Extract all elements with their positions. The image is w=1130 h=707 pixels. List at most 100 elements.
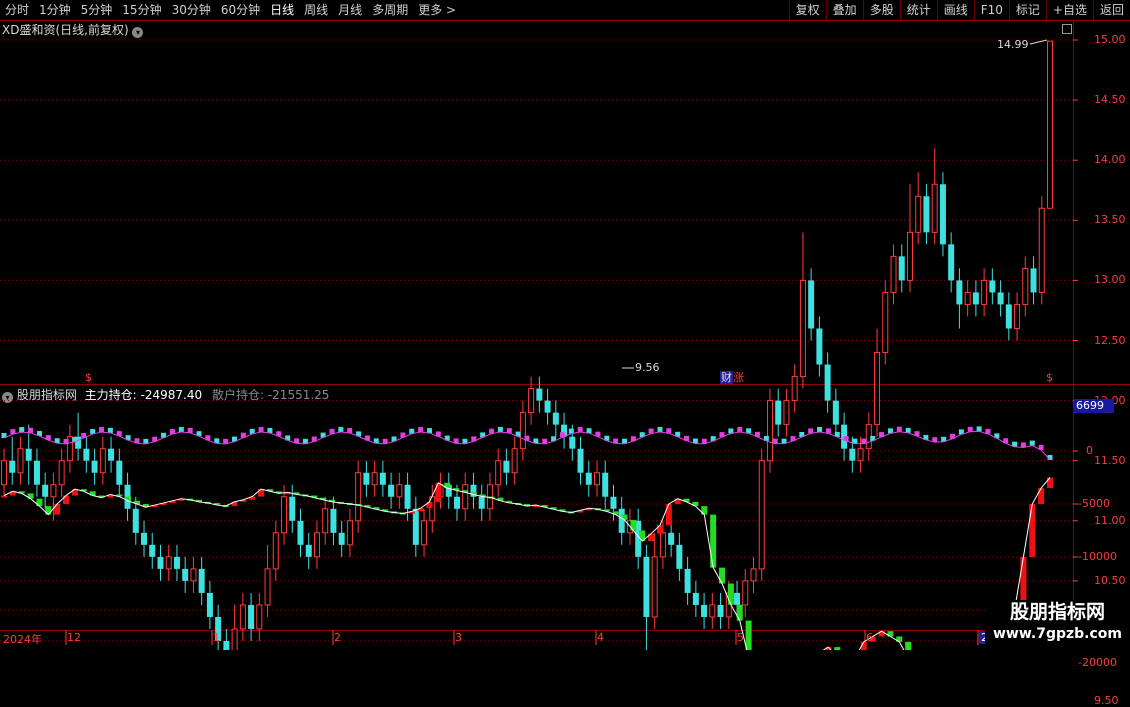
price-tick: 14.50 (1094, 93, 1126, 107)
candle-body-up (322, 508, 329, 534)
candle-body-up (742, 580, 749, 606)
retail-bar (99, 427, 105, 433)
candle-body-down (923, 196, 930, 233)
price-tick: 15.00 (1094, 33, 1126, 46)
candle-body-down (33, 460, 40, 485)
price-tick: 13.50 (1094, 213, 1126, 227)
candle-body-down (552, 412, 559, 425)
watermark: 股朋指标网 www.7gpzb.com (985, 600, 1130, 650)
event-marker[interactable]: $ (1046, 371, 1053, 385)
limit-up-marker-text: 涨 (733, 371, 744, 384)
retail-bar (338, 427, 344, 433)
retail-bar (258, 427, 264, 433)
high-pointer (1029, 39, 1048, 45)
x-axis-year: 2024年 (3, 633, 42, 646)
candle-body-down (388, 484, 395, 497)
indicator-bar-down (905, 641, 912, 650)
indicator-bar-up (1029, 504, 1036, 557)
indicator-tick: -5000 (1078, 497, 1110, 510)
candle-body-up (313, 532, 320, 558)
candle-body-down (305, 544, 312, 557)
candle-body-up (931, 183, 938, 233)
candle-body-down (717, 604, 724, 617)
indicator-bar-up (1038, 488, 1045, 504)
candle-body-down (643, 556, 650, 617)
candle-body-up (1047, 40, 1053, 209)
retail-bar (586, 428, 592, 434)
candle-body-up (594, 472, 601, 486)
candle-body-down (939, 184, 946, 245)
indicator-bar-down (719, 567, 726, 584)
candle-body-down (824, 364, 831, 401)
indicator-tick: 0 (1086, 444, 1093, 457)
candle-body-up (651, 556, 658, 618)
candle-body-down (379, 472, 386, 485)
candle-body-down (412, 508, 419, 545)
candle-body-up (874, 352, 881, 426)
candle-body-up (1, 460, 7, 486)
candle-body-down (404, 484, 411, 509)
event-marker[interactable]: $ (85, 371, 92, 385)
watermark-url: www.7gpzb.com (992, 626, 1122, 642)
price-tick: 12.50 (1094, 333, 1126, 347)
indicator-bar-down (701, 506, 708, 515)
x-month-label: 4 (597, 631, 604, 644)
candle-body-up (709, 604, 716, 618)
x-month-label: 3 (455, 631, 462, 644)
candle-body-up (915, 195, 922, 233)
candle-body-down (618, 508, 625, 533)
retail-bar (817, 427, 823, 433)
candle-body-up (281, 496, 288, 534)
x-month-label: 6 (866, 631, 873, 644)
candle-body-up (346, 520, 353, 546)
indicator-tick: -20000 (1078, 656, 1117, 669)
indicator-bar-down (745, 620, 752, 650)
candle-body-up (890, 255, 897, 293)
candle-body-up (766, 400, 773, 462)
finance-marker[interactable]: 财涨 (720, 371, 744, 385)
indicator-bar-up (435, 482, 442, 502)
price-tick: 11.00 (1094, 513, 1126, 527)
retail-bar (178, 427, 184, 433)
retail-bar (737, 427, 743, 433)
indicator-bar-down (710, 514, 717, 568)
high-price-label: 14.99 (997, 38, 1029, 51)
candle-body-down (363, 472, 370, 485)
candle-body-down (898, 256, 905, 281)
kline-chart[interactable] (0, 0, 1130, 650)
candle-body-down (9, 460, 16, 473)
finance-marker-text: 财 (720, 371, 733, 384)
candle-body-up (750, 568, 757, 582)
indicator-bar-up (63, 495, 70, 504)
candle-body-down (453, 496, 460, 509)
candle-body-down (108, 448, 115, 461)
candle-body-up (495, 460, 502, 486)
indicator-bar-up (656, 525, 663, 534)
retail-bar (506, 428, 512, 434)
x-month-label: 12 (67, 631, 81, 644)
candle-body-down (42, 484, 49, 497)
candle-body-down (91, 460, 98, 473)
candle-body-down (569, 436, 576, 449)
candle-body-up (396, 484, 403, 498)
candle-body-down (25, 448, 32, 461)
retail-bar (967, 426, 973, 432)
candle-body-up (758, 460, 765, 570)
indicator-bar-down (736, 604, 743, 621)
retail-bar (267, 427, 273, 433)
candle-body-down (338, 532, 345, 545)
indicator-bar-down (45, 506, 52, 515)
watermark-title: 股朋指标网 (1009, 601, 1105, 623)
indicator-bar-up (1, 495, 7, 498)
indicator-bar-up (54, 504, 61, 515)
candle-body-up (799, 279, 806, 378)
x-month-label: 2 (334, 631, 341, 644)
candle-body-down (503, 460, 510, 473)
candle-body-down (585, 472, 592, 485)
candle-body-up (264, 568, 271, 606)
candle-body-up (272, 532, 279, 570)
candle-body-up (421, 520, 428, 546)
candle-body-down (684, 568, 691, 593)
candle-body-up (511, 448, 518, 474)
price-tick: 11.50 (1094, 453, 1126, 467)
